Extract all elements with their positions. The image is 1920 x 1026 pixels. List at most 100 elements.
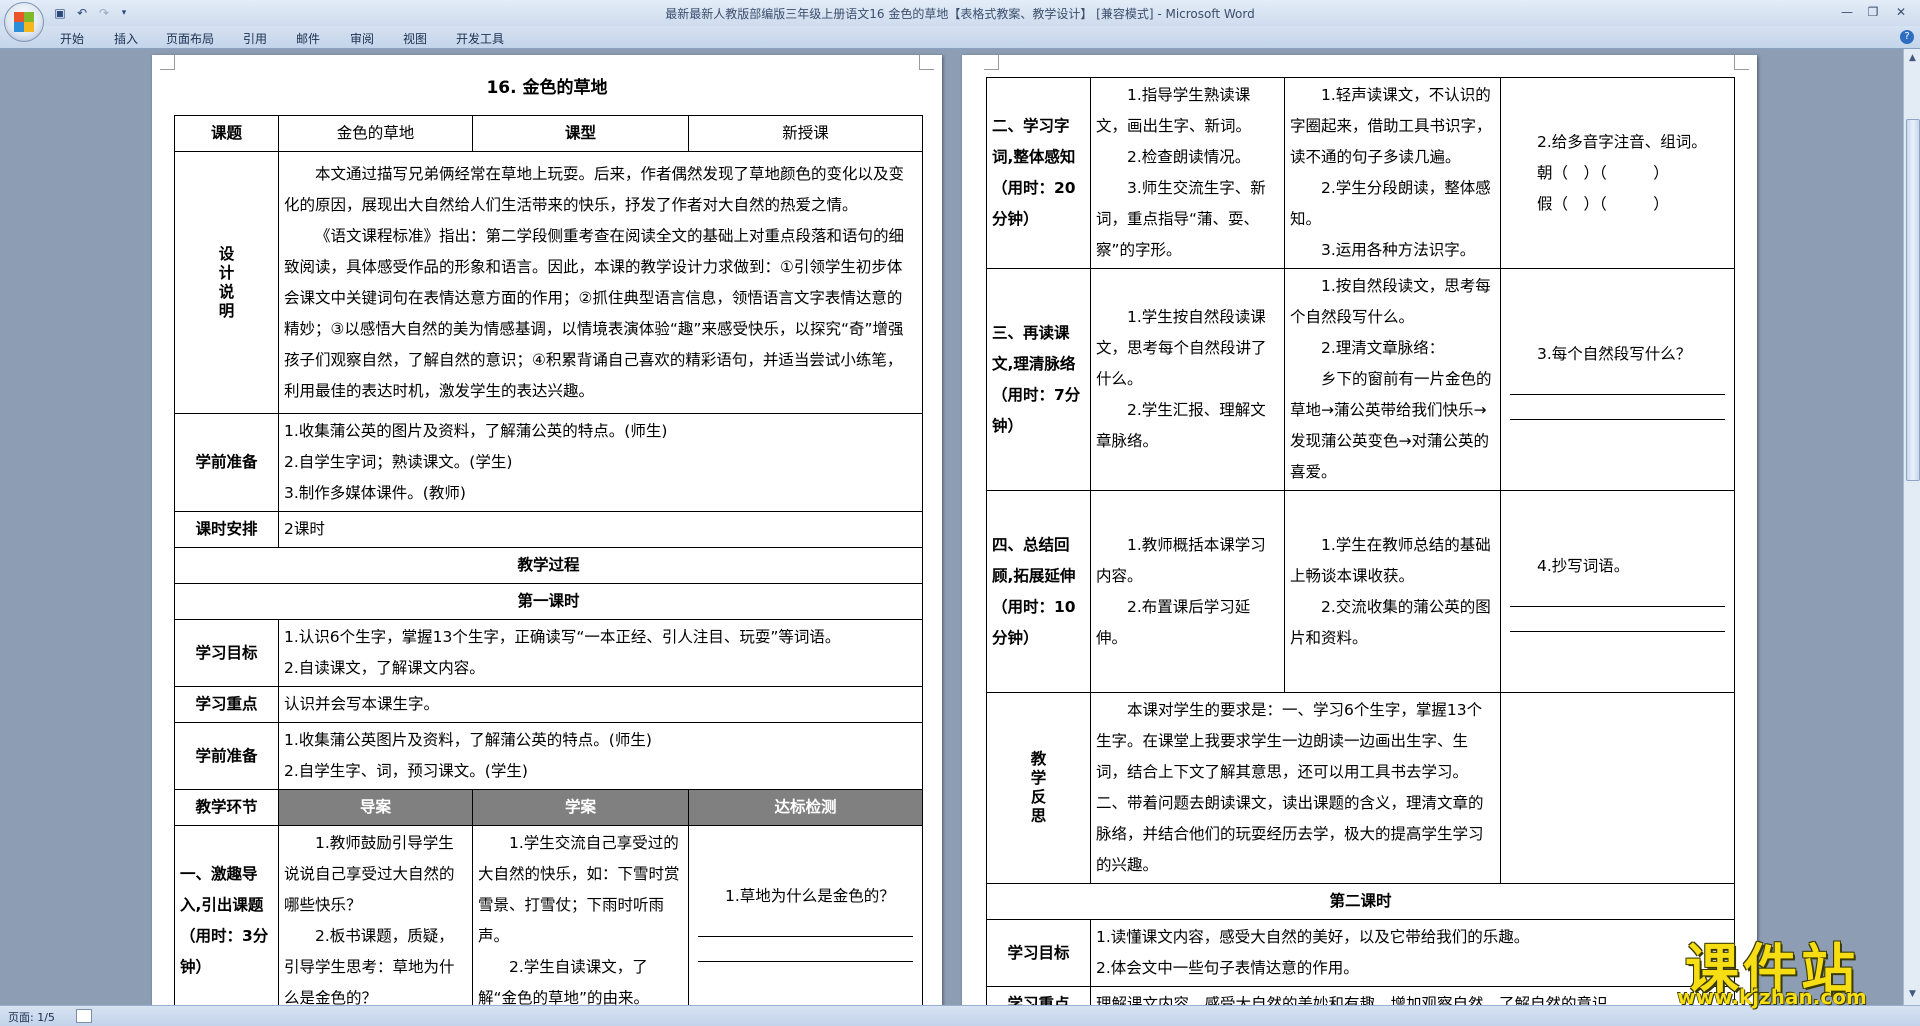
margin-corner-mark (919, 55, 934, 70)
check-item: 假（ ）（ ） (1537, 194, 1669, 213)
tab-mailings[interactable]: 邮件 (296, 30, 320, 47)
teacher-step: 1.教师概括本课学习内容。 (1096, 535, 1266, 585)
stage-4-student: 1.学生在教师总结的基础上畅谈本课收获。 2.交流收集的蒲公英的图片和资料。 (1284, 490, 1501, 693)
vertical-scrollbar[interactable]: ▲ ▼ (1903, 49, 1920, 1005)
tab-review[interactable]: 审阅 (350, 30, 374, 47)
student-step: 1.轻声读课文，不认识的字圈起来，借助工具书识字，读不通的句子多读几遍。 (1290, 86, 1492, 166)
tab-view[interactable]: 视图 (403, 30, 427, 47)
goals2-label: 学习目标 (986, 919, 1091, 987)
schedule-value: 2课时 (278, 511, 923, 548)
stage-3-teacher: 1.学生按自然段读课文，思考每个自然段讲了什么。 2.学生汇报、理解文章脉络。 (1090, 268, 1285, 491)
focus2-value: 理解课文内容，感受大自然的美妙和有趣，增加观察自然，了解自然的意识。 (1090, 986, 1735, 1005)
lesson-2-heading: 第二课时 (986, 883, 1735, 920)
focus-value: 认识并会写本课生字。 (278, 686, 923, 723)
tab-page-layout[interactable]: 页面布局 (166, 30, 214, 47)
document-heading: 16. 金色的草地 (486, 78, 608, 98)
margin-corner-mark (1734, 55, 1749, 70)
teacher-step: 2.检查朗读情况。 (1127, 148, 1251, 166)
prep-item: 2.自学生字词；熟读课文。(学生) (284, 453, 513, 471)
check-item: 3.每个自然段写什么？ (1537, 345, 1692, 363)
restore-button[interactable]: ❐ (1862, 3, 1884, 21)
page-counter[interactable]: 页面: 1/5 (8, 1009, 55, 1025)
header-student-plan: 学案 (472, 789, 689, 826)
status-bar: 页面: 1/5 (0, 1005, 1920, 1026)
prep2-list: 1.收集蒲公英图片及资料，了解蒲公英的特点。(师生) 2.自学生字、词，预习课文… (278, 722, 923, 790)
tab-insert[interactable]: 插入 (114, 30, 138, 47)
design-paragraph-2: 《语文课程标准》指出：第二学段侧重考查在阅读全文的基础上对重点段落和语句的细致阅… (284, 226, 905, 400)
title-bar: ▣ ↶ ↷ ▾ 最新最新人教版部编版三年级上册语文16 金色的草地【表格式教案、… (0, 0, 1920, 42)
stage-2-student: 1.轻声读课文，不认识的字圈起来，借助工具书识字，读不通的句子多读几遍。 2.学… (1284, 77, 1501, 269)
ribbon-tab-bar: 开始 插入 页面布局 引用 邮件 审阅 视图 开发工具 ? (0, 26, 1920, 49)
stage-1-teacher: 1.教师鼓励引导学生说说自己享受过大自然的哪些快乐？ 2.板书课题，质疑，引导学… (278, 825, 473, 1005)
stage-4-name: 四、总结回顾,拓展延伸（用时：10分钟） (986, 490, 1091, 693)
focus2-label: 学习重点 (986, 986, 1091, 1005)
type-value: 新授课 (688, 115, 923, 152)
office-logo-icon (14, 12, 34, 32)
scrollbar-thumb[interactable] (1906, 119, 1920, 481)
margin-corner-mark (984, 55, 999, 70)
document-page-1: 16. 金色的草地 课题 金色的草地 课型 新授课 设计说明 本文通过描写兄弟俩… (152, 55, 942, 1005)
student-step: 2.交流收集的蒲公英的图片和资料。 (1290, 597, 1491, 647)
teacher-step: 1.教师鼓励引导学生说说自己享受过大自然的哪些快乐？ (284, 834, 455, 914)
prep-label: 学前准备 (174, 413, 279, 512)
site-watermark: 课件站 www.kjzhan.com (1642, 925, 1902, 1009)
prep-item: 3.制作多媒体课件。(教师) (284, 484, 466, 502)
stage-1-student: 1.学生交流自己享受过的大自然的快乐，如：下雪时赏雪景、打雪仗；下雨时听雨声。 … (472, 825, 689, 1005)
help-icon[interactable]: ? (1900, 30, 1914, 44)
reflection-paragraph: 本课对学生的要求是：一、学习6个生字，掌握13个生字。在课堂上我要求学生一边朗读… (1096, 701, 1484, 874)
lesson-1-heading: 第一课时 (174, 583, 923, 620)
teacher-step: 1.学生按自然段读课文，思考每个自然段讲了什么。 (1096, 308, 1267, 388)
minimize-button[interactable]: — (1836, 3, 1858, 21)
teacher-step: 2.布置课后学习延伸。 (1096, 597, 1251, 647)
answer-line (1510, 607, 1725, 632)
stage-4-check: 4.抄写词语。 (1500, 490, 1735, 693)
student-step: 2.学生分段朗读，整体感知。 (1290, 179, 1491, 228)
prep2-item: 2.自学生字、词，预习课文。(学生) (284, 762, 528, 780)
prep-item: 1.收集蒲公英的图片及资料，了解蒲公英的特点。(师生) (284, 422, 668, 440)
close-button[interactable]: ✕ (1890, 3, 1912, 21)
stage-4-teacher: 1.教师概括本课学习内容。 2.布置课后学习延伸。 (1090, 490, 1285, 693)
teacher-step: 2.板书课题，质疑，引导学生思考：草地为什么是金色的？ (284, 927, 455, 1005)
schedule-label: 课时安排 (174, 511, 279, 548)
tab-references[interactable]: 引用 (243, 30, 267, 47)
student-step: 2.理清文章脉络： (1321, 339, 1445, 357)
watermark-url: www.kjzhan.com (1677, 985, 1867, 1009)
scroll-up-icon[interactable]: ▲ (1906, 51, 1919, 65)
goal-item: 1.认识6个生字，掌握13个生字，正确读写“一本正经、引人注目、玩耍”等词语。 (284, 628, 841, 646)
stage-2-teacher: 1.指导学生熟读课文，画出生字、新词。 2.检查朗读情况。 3.师生交流生字、新… (1090, 77, 1285, 269)
goal-item: 1.读懂课文内容，感受大自然的美好，以及它带给我们的乐趣。 (1096, 928, 1530, 946)
process-heading: 教学过程 (174, 547, 923, 584)
window-title: 最新最新人教版部编版三年级上册语文16 金色的草地【表格式教案、教学设计】 [兼… (665, 7, 1255, 21)
answer-line (1510, 582, 1725, 607)
focus-label: 学习重点 (174, 686, 279, 723)
teacher-step: 1.指导学生熟读课文，画出生字、新词。 (1096, 86, 1252, 135)
reflection-text: 本课对学生的要求是：一、学习6个生字，掌握13个生字。在课堂上我要求学生一边朗读… (1090, 692, 1501, 884)
proofing-icon[interactable] (76, 1009, 92, 1023)
stage-3-student: 1.按自然段读文，思考每个自然段写什么。 2.理清文章脉络： 乡下的窗前有一片金… (1284, 268, 1501, 491)
reflection-label: 教学反思 (986, 692, 1091, 884)
office-button[interactable] (4, 2, 44, 42)
student-step: 1.学生在教师总结的基础上畅谈本课收获。 (1290, 535, 1491, 585)
goal-item: 2.自读课文，了解课文内容。 (284, 659, 485, 677)
stage-2-check: 2.给多音字注音、组词。 朝（ ）（ ） 假（ ）（ ） (1500, 77, 1735, 269)
answer-line (698, 937, 913, 962)
scroll-down-icon[interactable]: ▼ (1906, 987, 1919, 1001)
design-text: 本文通过描写兄弟俩经常在草地上玩耍。后来，作者偶然发现了草地颜色的变化以及变化的… (278, 151, 923, 414)
goal-item: 2.体会文中一些句子表情达意的作用。 (1096, 959, 1359, 977)
prep2-item: 1.收集蒲公英图片及资料，了解蒲公英的特点。(师生) (284, 731, 652, 749)
student-step: 3.运用各种方法识字。 (1321, 241, 1476, 259)
student-step: 1.学生交流自己享受过的大自然的快乐，如：下雪时赏雪景、打雪仗；下雨时听雨声。 (478, 834, 680, 945)
design-paragraph-1: 本文通过描写兄弟俩经常在草地上玩耍。后来，作者偶然发现了草地颜色的变化以及变化的… (284, 164, 905, 214)
stage-3-check: 3.每个自然段写什么？ (1500, 268, 1735, 491)
teacher-step: 2.学生汇报、理解文章脉络。 (1096, 401, 1266, 450)
type-label: 课型 (472, 115, 689, 152)
tab-developer[interactable]: 开发工具 (456, 30, 504, 47)
title-label: 课题 (174, 115, 279, 152)
answer-line (1510, 395, 1725, 420)
check-item: 朝（ ）（ ） (1537, 163, 1669, 182)
answer-line (698, 912, 913, 937)
reflection-empty-cell (1500, 692, 1735, 884)
stage-2-name: 二、学习字词,整体感知（用时：20分钟） (986, 77, 1091, 269)
stage-1-check: 1.草地为什么是金色的？ (688, 825, 923, 1005)
tab-home[interactable]: 开始 (60, 30, 84, 47)
